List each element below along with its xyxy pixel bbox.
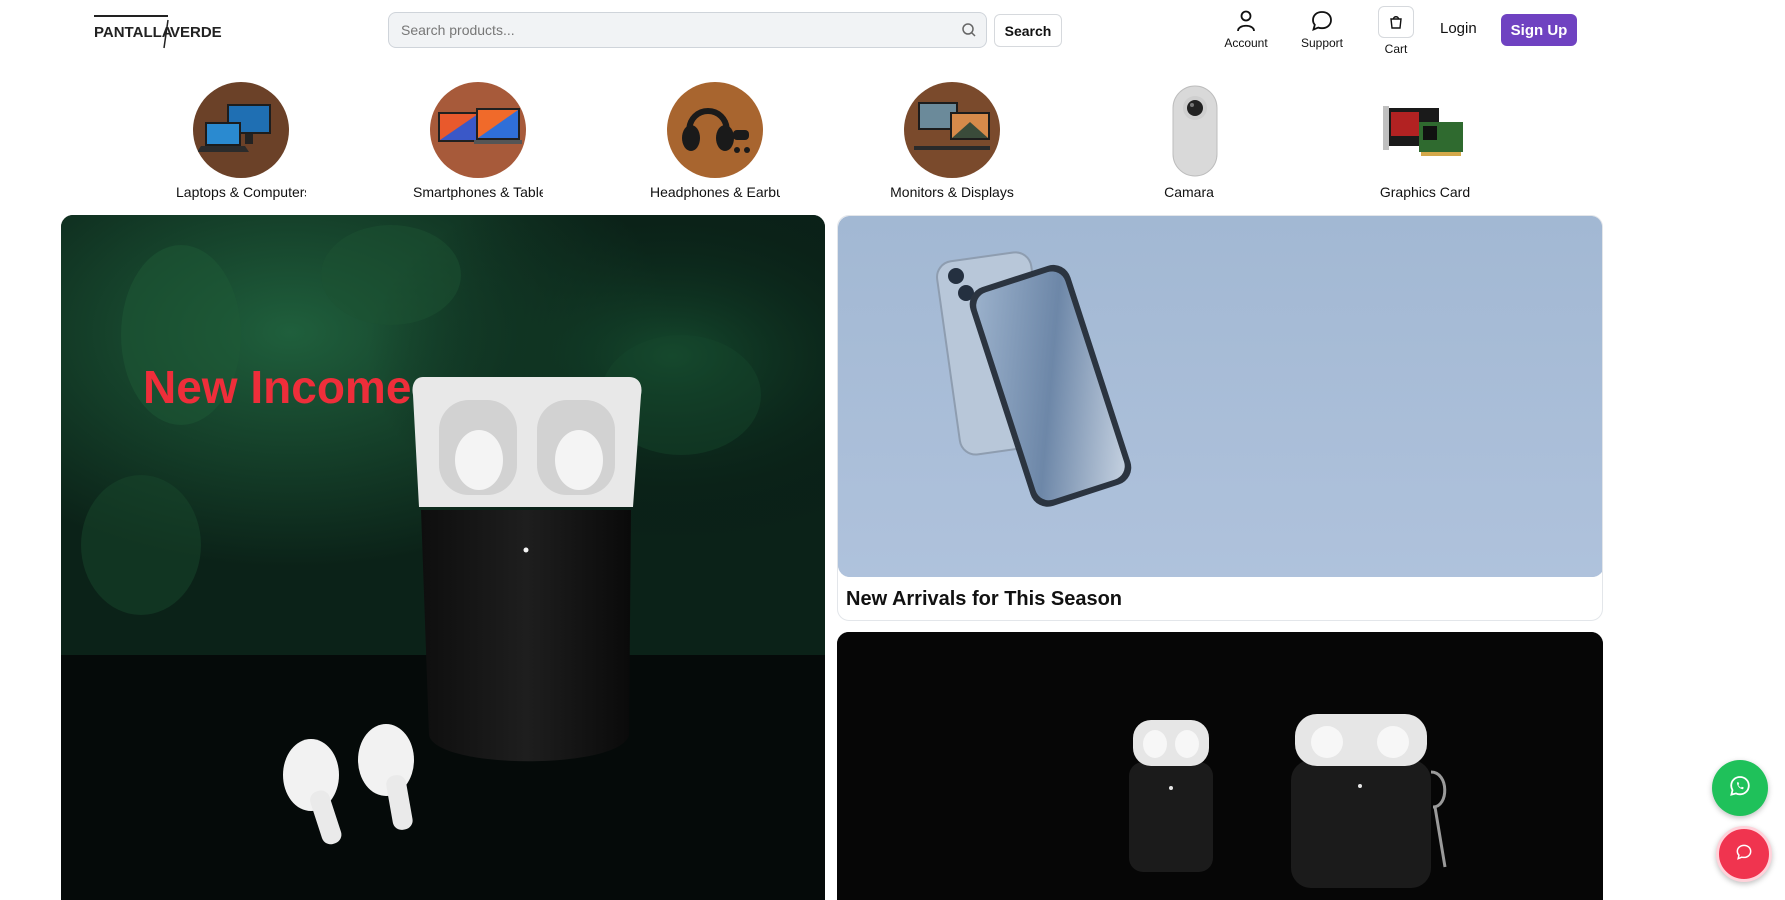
airpods-cases-image — [837, 632, 1603, 900]
login-link[interactable]: Login — [1440, 20, 1477, 37]
whatsapp-icon — [1728, 774, 1752, 803]
speech-bubble-icon — [1310, 6, 1334, 36]
whatsapp-button[interactable] — [1712, 760, 1768, 816]
cart-link[interactable]: Cart — [1372, 6, 1420, 56]
search-button[interactable]: Search — [994, 14, 1062, 47]
support-label: Support — [1300, 36, 1344, 50]
hero-banner[interactable]: New Income — [61, 215, 825, 900]
category-label: Laptops & Computers — [176, 184, 306, 200]
featured-card-airpods[interactable] — [837, 632, 1603, 900]
iphone-image — [838, 216, 1602, 577]
chat-button[interactable] — [1716, 826, 1772, 882]
category-label: Camara — [1164, 184, 1214, 200]
category-laptops[interactable]: Laptops & Computers — [176, 82, 306, 206]
airpods-hero-image — [61, 215, 825, 900]
user-icon — [1235, 6, 1257, 36]
cart-label: Cart — [1384, 42, 1408, 56]
category-label: Smartphones & Tablets — [413, 184, 543, 200]
monitors-image — [904, 82, 1000, 178]
category-camera[interactable]: Camara — [1124, 82, 1254, 206]
account-label: Account — [1224, 36, 1268, 50]
featured-card-new-arrivals[interactable]: New Arrivals for This Season — [837, 215, 1603, 621]
camera-image — [1141, 82, 1237, 178]
chat-icon — [1734, 842, 1754, 867]
category-graphics-card[interactable]: Graphics Card — [1360, 82, 1490, 206]
category-label: Monitors & Displays — [890, 184, 1014, 200]
category-label: Graphics Card — [1379, 184, 1471, 200]
category-label: Headphones & Earbuds — [650, 184, 780, 200]
hero-title: New Income — [143, 361, 412, 413]
featured-caption: New Arrivals for This Season — [846, 588, 1123, 610]
signup-button[interactable]: Sign Up — [1501, 14, 1577, 46]
graphics-card-image — [1377, 82, 1473, 178]
account-link[interactable]: Account — [1218, 6, 1274, 56]
laptops-image — [193, 82, 289, 178]
headphones-image — [667, 82, 763, 178]
category-smartphones[interactable]: Smartphones & Tablets — [413, 82, 543, 206]
search-input[interactable] — [389, 13, 952, 47]
search-icon[interactable] — [952, 13, 986, 47]
search-bar — [388, 12, 987, 48]
smartphones-image — [430, 82, 526, 178]
category-headphones[interactable]: Headphones & Earbuds — [650, 82, 780, 206]
header: PANTALLA VERDE Search Account Support — [0, 0, 1785, 62]
category-monitors[interactable]: Monitors & Displays — [887, 82, 1017, 206]
brand-logo[interactable]: PANTALLA VERDE — [90, 14, 226, 50]
shopping-bag-icon — [1378, 6, 1414, 38]
svg-text:PANTALLA: PANTALLA — [94, 24, 173, 41]
svg-text:VERDE: VERDE — [170, 24, 222, 41]
page: PANTALLA VERDE Search Account Support — [0, 0, 1785, 900]
support-link[interactable]: Support — [1290, 6, 1354, 56]
